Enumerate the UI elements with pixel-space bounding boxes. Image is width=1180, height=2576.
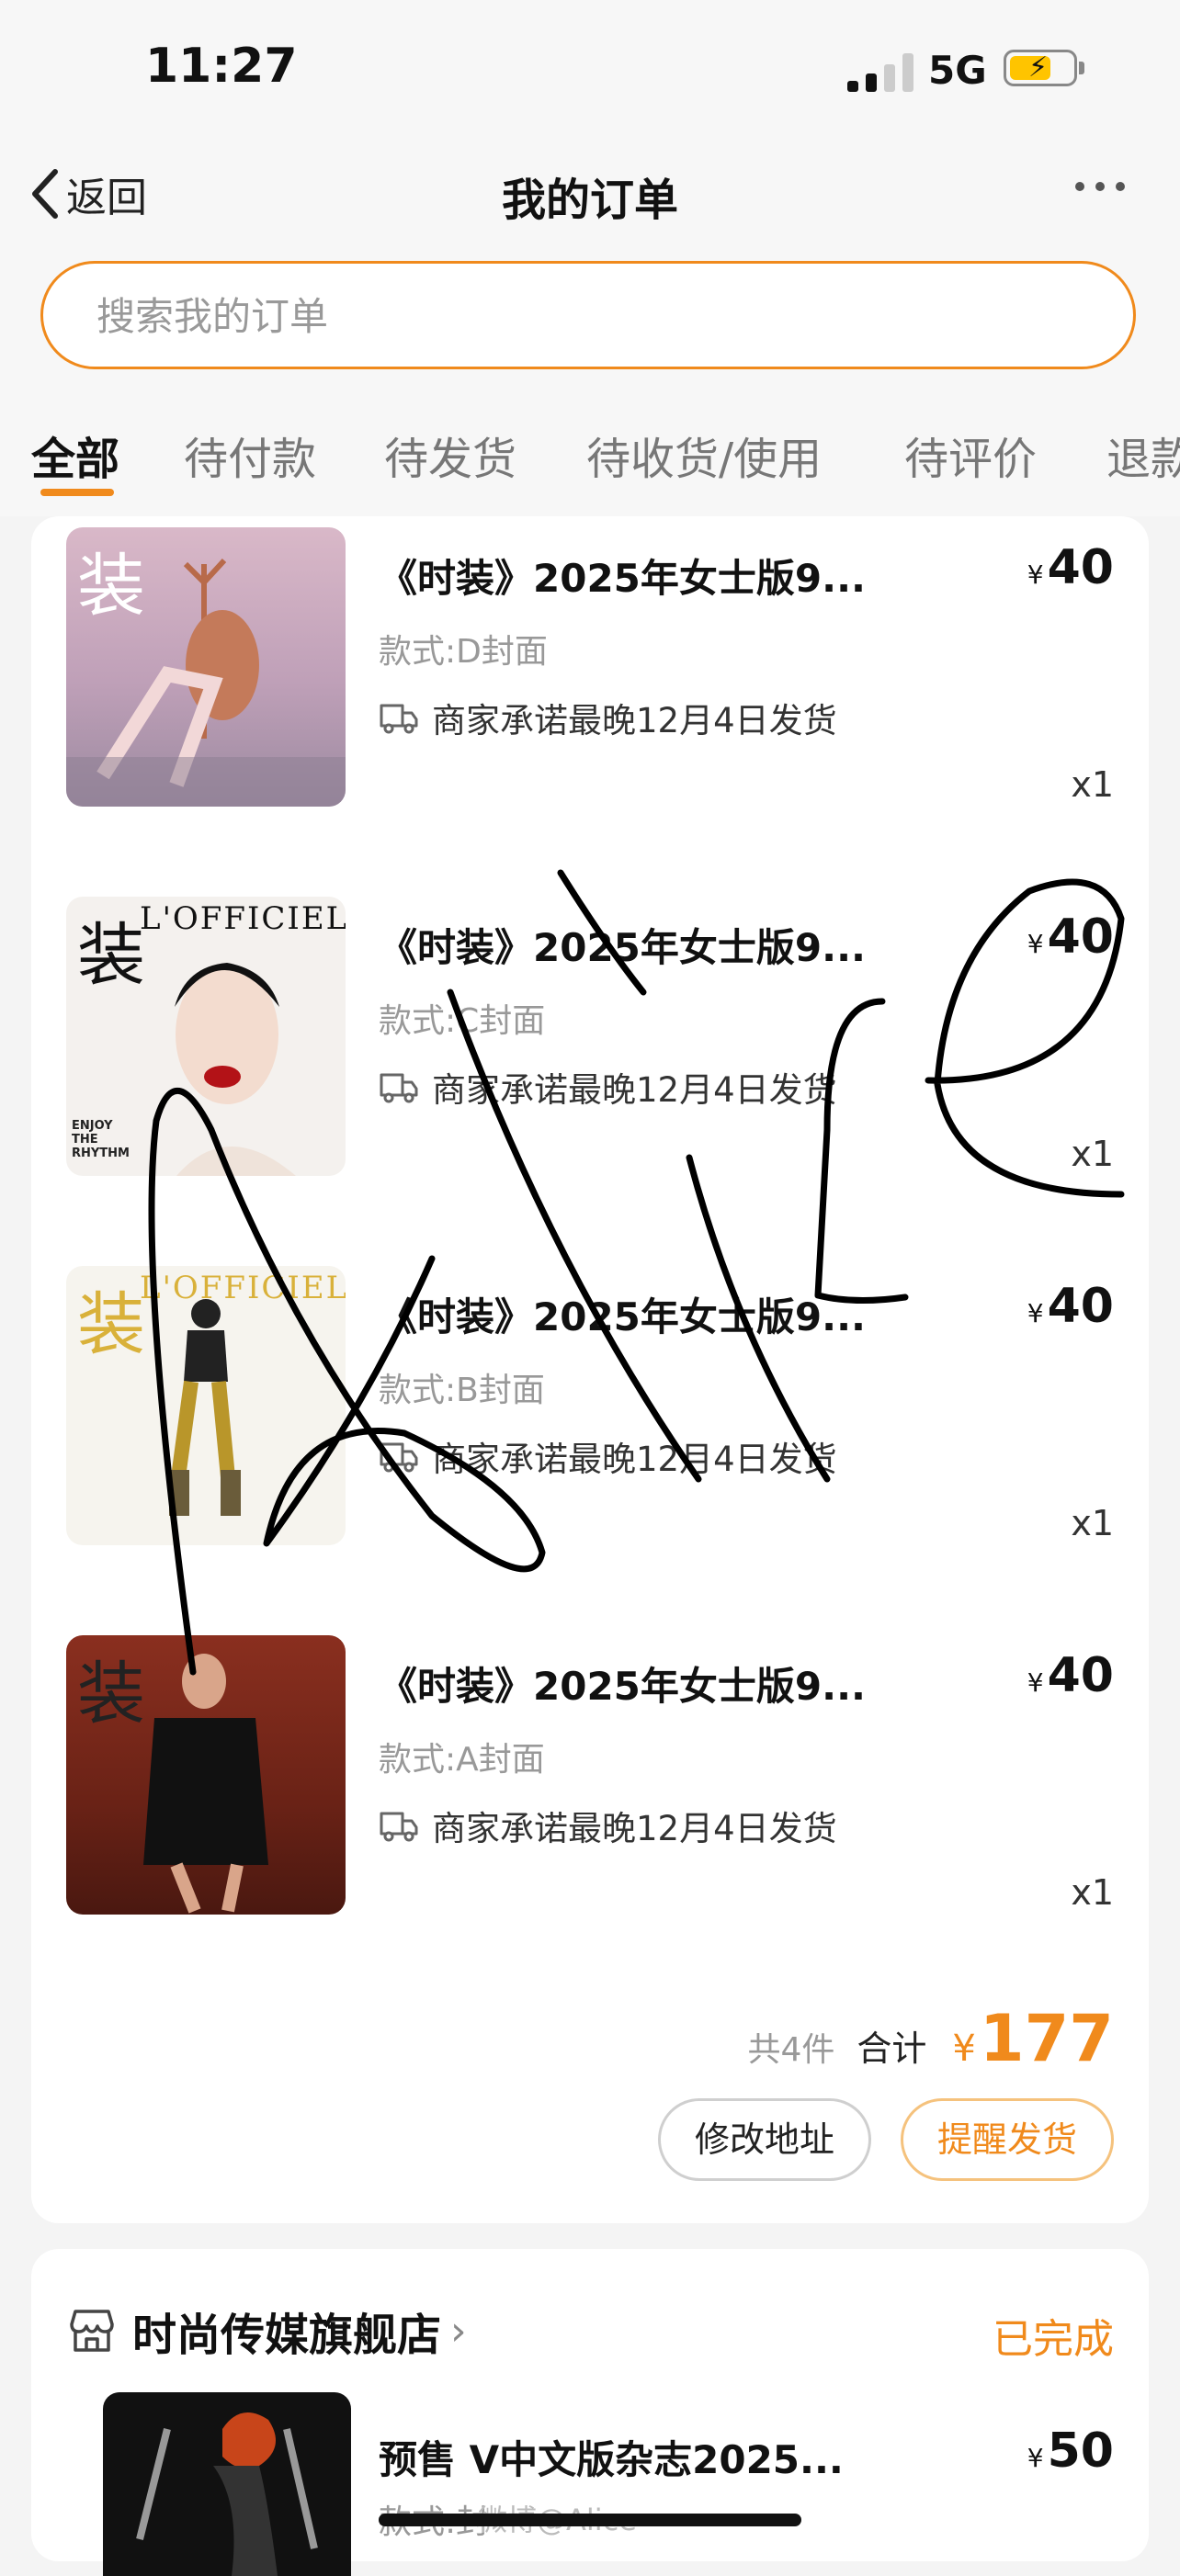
search-box[interactable] bbox=[40, 261, 1136, 369]
more-icon[interactable] bbox=[1075, 182, 1125, 191]
order-item[interactable]: 装 《时装》2025年女士版9... ¥40 款式:A封面 商家承诺最晚12月4… bbox=[66, 1635, 1123, 1915]
shipping-promise: 商家承诺最晚12月4日发货 bbox=[379, 1801, 837, 1850]
product-thumbnail[interactable]: 装 bbox=[66, 1635, 346, 1915]
product-price: ¥40 bbox=[1027, 540, 1114, 595]
shop-name-link[interactable]: 时尚传媒旗舰店 › bbox=[66, 2299, 467, 2363]
product-price: ¥40 bbox=[1027, 1279, 1114, 1334]
cover-text: ENJOY THE RHYTHM bbox=[72, 1119, 130, 1160]
order-item[interactable]: 装 L'OFFICIEL 《时装》2025年女士版9... ¥40 款式:B封面… bbox=[66, 1266, 1123, 1545]
signal-icon bbox=[847, 53, 915, 92]
total-currency: ¥ bbox=[952, 2028, 976, 2070]
product-price: ¥40 bbox=[1027, 1648, 1114, 1703]
truck-icon bbox=[380, 704, 418, 734]
product-price: ¥40 bbox=[1027, 910, 1114, 965]
cover-art bbox=[66, 558, 346, 807]
tab-refund[interactable]: 退款 bbox=[1106, 423, 1180, 487]
chevron-right-icon: › bbox=[450, 2307, 467, 2355]
total-label: 合计 bbox=[857, 2028, 927, 2069]
truck-icon bbox=[380, 1812, 418, 1842]
product-quantity: x1 bbox=[1071, 764, 1114, 805]
product-spec: 款式:B封面 bbox=[379, 1372, 545, 1409]
order-item[interactable]: 装 《时装》2025年女士版9... ¥40 款式:D封面 商家承诺最晚12月4… bbox=[66, 527, 1123, 807]
product-title[interactable]: 《时装》2025年女士版9... bbox=[379, 548, 866, 604]
product-spec: 款式:C封面 bbox=[379, 1002, 546, 1040]
product-price: ¥50 bbox=[1027, 2423, 1114, 2479]
network-label: 5G bbox=[928, 48, 987, 93]
product-title[interactable]: 《时装》2025年女士版9... bbox=[379, 1286, 866, 1342]
tab-pending-shipment[interactable]: 待发货 bbox=[384, 423, 516, 487]
tab-indicator bbox=[40, 489, 114, 496]
product-spec: 款式:D封面 bbox=[379, 633, 548, 671]
order-item[interactable]: 预售 V中文版杂志2025... ¥50 款式:封 bbox=[66, 2392, 1123, 2576]
product-thumbnail[interactable]: 装 bbox=[66, 527, 346, 807]
product-title[interactable]: 《时装》2025年女士版9... bbox=[379, 1655, 866, 1712]
product-quantity: x1 bbox=[1071, 1503, 1114, 1543]
order-status: 已完成 bbox=[993, 2316, 1114, 2363]
remind-ship-button[interactable]: 提醒发货 bbox=[901, 2098, 1114, 2181]
product-thumbnail[interactable]: 装 L'OFFICIEL bbox=[66, 1266, 346, 1545]
cover-art bbox=[169, 1299, 241, 1516]
search-input[interactable] bbox=[95, 288, 1017, 345]
order-tabs: 全部 待付款 待发货 待收货/使用 待评价 退款 bbox=[0, 388, 1180, 516]
page-title: 我的订单 bbox=[501, 175, 678, 226]
order-item[interactable]: 装 L'OFFICIEL ENJOY THE RHYTHM 《时装》2025年女… bbox=[66, 897, 1123, 1176]
tab-all[interactable]: 全部 bbox=[31, 423, 119, 487]
total-amount: 177 bbox=[979, 2001, 1114, 2076]
tab-pending-payment[interactable]: 待付款 bbox=[184, 423, 316, 487]
home-indicator[interactable] bbox=[379, 2514, 801, 2526]
shipping-promise: 商家承诺最晚12月4日发货 bbox=[379, 1062, 837, 1112]
truck-icon bbox=[380, 1073, 418, 1103]
product-title[interactable]: 预售 V中文版杂志2025... bbox=[379, 2429, 844, 2485]
product-thumbnail[interactable] bbox=[103, 2392, 351, 2576]
status-bar: 11:27 5G ⚡ bbox=[0, 0, 1180, 138]
search-area bbox=[0, 250, 1180, 388]
product-spec: 款式:A封面 bbox=[379, 1741, 545, 1779]
product-thumbnail[interactable]: 装 L'OFFICIEL ENJOY THE RHYTHM bbox=[66, 897, 346, 1176]
product-title[interactable]: 《时装》2025年女士版9... bbox=[379, 917, 866, 973]
store-icon bbox=[70, 2310, 114, 2352]
battery-icon: ⚡ bbox=[1004, 50, 1084, 86]
change-address-button[interactable]: 修改地址 bbox=[658, 2098, 871, 2181]
tab-pending-review[interactable]: 待评价 bbox=[904, 423, 1037, 487]
nav-bar: 返回 我的订单 bbox=[0, 138, 1180, 251]
status-time: 11:27 bbox=[145, 39, 298, 94]
shipping-promise: 商家承诺最晚12月4日发货 bbox=[379, 1431, 837, 1481]
product-quantity: x1 bbox=[1071, 1872, 1114, 1913]
item-count: 共4件 bbox=[747, 2031, 835, 2069]
order-total: 共4件 合计 ¥ 177 bbox=[748, 2001, 1115, 2076]
truck-icon bbox=[380, 1442, 418, 1473]
tab-pending-receipt[interactable]: 待收货/使用 bbox=[586, 423, 822, 487]
shipping-promise: 商家承诺最晚12月4日发货 bbox=[379, 693, 837, 742]
product-quantity: x1 bbox=[1071, 1134, 1114, 1174]
cover-art bbox=[136, 2412, 318, 2576]
cover-art bbox=[143, 1654, 268, 1914]
